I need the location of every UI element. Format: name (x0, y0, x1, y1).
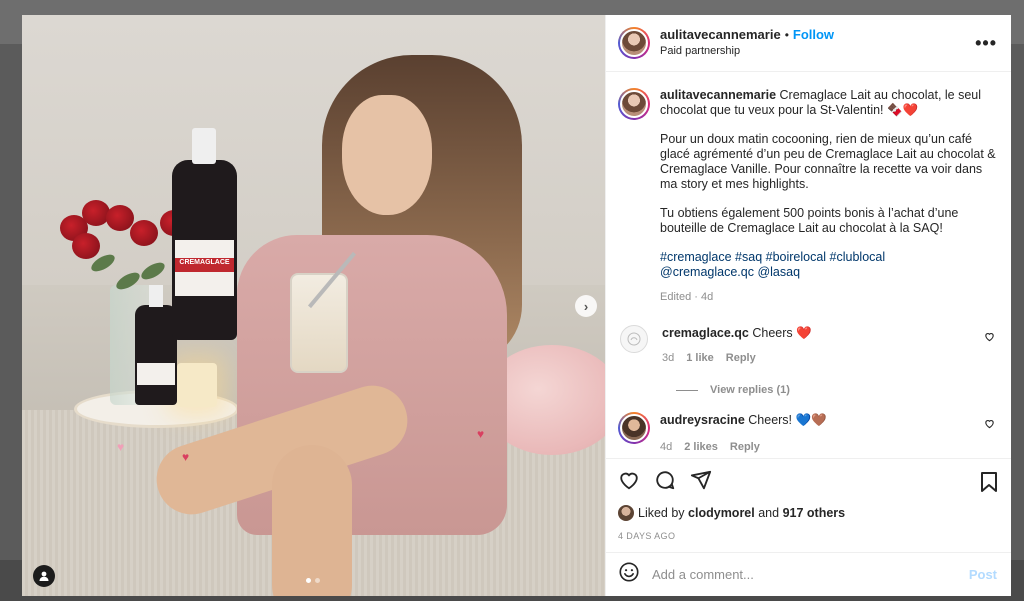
caption-paragraph-2: Pour un doux matin cocooning, rien de mi… (660, 132, 996, 191)
likes-prefix: Liked by (638, 506, 685, 520)
comment-likes[interactable]: 2 likes (684, 439, 718, 455)
follow-button[interactable]: Follow (793, 27, 834, 42)
comment-username[interactable]: audreysracine (660, 413, 745, 427)
caption-avatar[interactable] (618, 88, 650, 120)
next-arrow-icon[interactable]: › (575, 295, 597, 317)
post-modal: CREMAGLACE ♥ ♥ ♥ › aulitavecannemarie • Fo… (22, 15, 1011, 596)
likes-middle: and (758, 506, 780, 520)
caption-paragraph-3: Tu obtiens également 500 points bonis à … (660, 206, 959, 235)
caption-mentions[interactable]: @cremaglace.qc @lasaq (660, 265, 800, 279)
photo-heart-confetti: ♥ (182, 450, 190, 464)
photo-face (342, 95, 432, 215)
post-side-panel: aulitavecannemarie • Follow Paid partnersh… (605, 15, 1011, 596)
carousel-dot (315, 578, 320, 583)
caption-username[interactable]: aulitavecannemarie (660, 88, 776, 102)
comment-like-heart-icon[interactable] (984, 418, 995, 432)
add-comment-input[interactable]: Add a comment... (652, 567, 969, 582)
emoji-icon[interactable] (618, 561, 640, 588)
comment-time[interactable]: 3d (662, 350, 674, 366)
liker-avatar[interactable] (618, 505, 634, 521)
caption-edited-time: Edited · 4d (660, 291, 714, 303)
carousel-indicator (306, 578, 320, 583)
comment-likes[interactable]: 1 like (686, 350, 714, 366)
post-caption: aulitavecannemarie Cremaglace Lait au ch… (618, 88, 999, 305)
commenter-avatar[interactable] (618, 412, 650, 444)
commenter-avatar[interactable] (620, 325, 648, 353)
comments-list[interactable]: aulitavecannemarie Cremaglace Lait au ch… (606, 72, 1011, 458)
view-replies-button[interactable]: View replies (1) (676, 384, 999, 396)
post-actions: Liked by clodymorel and 917 others 4 DAY… (606, 458, 1011, 552)
author-avatar[interactable] (618, 27, 650, 59)
photo-small-bottle (135, 285, 177, 405)
likes-others[interactable]: 917 others (783, 506, 846, 520)
photo-leg-lower (272, 445, 352, 596)
view-replies-line (676, 389, 698, 391)
bookmark-icon[interactable] (979, 471, 999, 498)
heart-icon[interactable] (618, 469, 640, 491)
bottle-label-text: CREMAGLACE (179, 259, 230, 266)
photo-candle (177, 363, 217, 407)
post-photo: CREMAGLACE ♥ ♥ ♥ › (22, 15, 605, 596)
comment-time[interactable]: 4d (660, 439, 672, 455)
post-timestamp[interactable]: 4 DAYS AGO (618, 531, 999, 541)
liker-username[interactable]: clodymorel (688, 506, 755, 520)
photo-iced-coffee-jar (290, 273, 348, 373)
more-options-icon[interactable]: ••• (975, 33, 997, 54)
photo-cremaglace-bottle: CREMAGLACE (172, 128, 237, 340)
reply-button[interactable]: Reply (730, 439, 760, 455)
brand-logo-icon (627, 332, 641, 346)
comment-text: Cheers ❤️ (752, 326, 812, 340)
author-username[interactable]: aulitavecannemarie (660, 27, 781, 42)
likes-summary: Liked by clodymorel and 917 others (618, 505, 999, 521)
reply-button[interactable]: Reply (726, 350, 756, 366)
header-separator: • (784, 28, 789, 42)
post-header: aulitavecannemarie • Follow Paid partnersh… (606, 15, 1011, 72)
caption-hashtags[interactable]: #cremaglace #saq #boirelocal #clublocal (660, 250, 885, 264)
photo-heart-confetti: ♥ (117, 440, 125, 454)
carousel-dot (306, 578, 311, 583)
comment-item: cremaglace.qc Cheers ❤️ 3d 1 like Reply (618, 325, 999, 366)
paid-partnership-label[interactable]: Paid partnership (660, 43, 834, 59)
comment-text: Cheers! 💙🤎 (748, 413, 827, 427)
share-icon[interactable] (690, 469, 712, 491)
comment-username[interactable]: cremaglace.qc (662, 326, 749, 340)
view-replies-label: View replies (1) (710, 384, 790, 396)
comment-composer: Add a comment... Post (606, 552, 1011, 596)
comment-icon[interactable] (654, 469, 676, 491)
comment-like-heart-icon[interactable] (984, 331, 995, 345)
post-comment-button[interactable]: Post (969, 567, 997, 582)
user-tag-icon[interactable] (33, 565, 55, 587)
comment-item: audreysracine Cheers! 💙🤎 4d 2 likes Repl… (618, 412, 999, 455)
photo-heart-confetti: ♥ (477, 427, 485, 441)
